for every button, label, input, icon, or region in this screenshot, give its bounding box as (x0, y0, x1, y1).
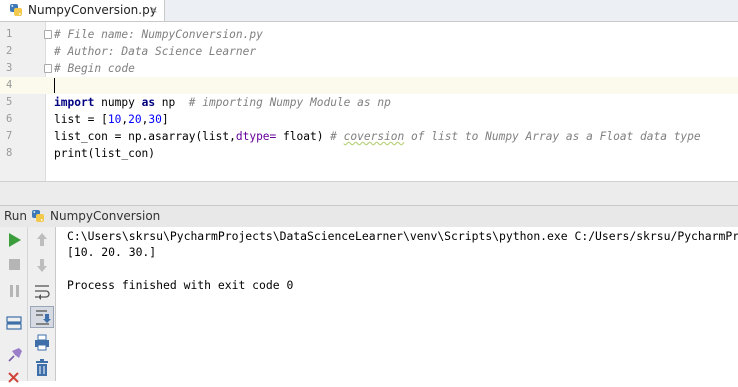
line-number: 1 (6, 28, 13, 40)
code-line-5[interactable]: 5 import numpy as np # importing Numpy M… (0, 94, 738, 111)
param-token: dtype= (235, 130, 277, 143)
code-line-1[interactable]: 1 # File name: NumpyConversion.py (0, 26, 738, 43)
code-text: # Author: Data Science Learner (54, 45, 257, 58)
code-text: # File name: NumpyConversion.py (54, 28, 263, 41)
print-icon[interactable] (31, 333, 53, 353)
code-text: import numpy as np # importing Numpy Mod… (54, 94, 391, 111)
run-panel-label: Run (4, 209, 28, 223)
down-arrow-icon[interactable] (31, 255, 53, 275)
stop-icon[interactable] (3, 255, 25, 275)
run-icon[interactable] (3, 230, 25, 250)
console-exit-message: Process finished with exit code 0 (67, 278, 294, 292)
comment-token: of list to Numpy Array as a Float data t… (404, 130, 701, 143)
number-token: 10 (107, 113, 122, 126)
line-number: 4 (6, 79, 13, 91)
code-text: list_con = np.asarray(list,dtype= float)… (54, 128, 701, 145)
run-toolbar-secondary (28, 227, 56, 381)
pin-icon[interactable] (3, 345, 25, 365)
python-file-icon (10, 4, 22, 16)
code-text: # Begin code (54, 62, 135, 75)
fold-marker-icon[interactable] (44, 64, 52, 73)
code-line-3[interactable]: 3 # Begin code (0, 60, 738, 77)
text-caret (54, 78, 55, 93)
line-number: 8 (6, 147, 13, 159)
layout-icon[interactable] (3, 313, 25, 333)
pause-icon[interactable] (3, 281, 25, 301)
identifier-token: list_con = np.asarray(list, (54, 130, 236, 143)
console-output-line: [10. 20. 30.] (67, 245, 157, 259)
up-arrow-icon[interactable] (31, 230, 53, 250)
code-line-6[interactable]: 6 list = [10,20,30] (0, 111, 738, 128)
identifier-token: list = [ (54, 113, 108, 126)
line-number: 5 (6, 96, 13, 108)
run-toolbar-primary (0, 227, 28, 383)
close-icon[interactable] (3, 367, 25, 387)
number-token: 20 (128, 113, 142, 126)
code-line-2[interactable]: 2 # Author: Data Science Learner (0, 43, 738, 60)
python-run-config-icon (32, 210, 44, 222)
panel-splitter[interactable] (0, 181, 738, 206)
spelling-warning-token: coversion (343, 130, 405, 143)
console-command-line: C:\Users\skrsu\PycharmProjects\DataScien… (67, 229, 738, 243)
tab-close-icon[interactable]: × (149, 3, 158, 16)
keyword-token: import (54, 96, 95, 109)
identifier-token: float) (276, 130, 331, 143)
line-number: 2 (6, 45, 13, 57)
soft-wrap-icon[interactable] (31, 281, 53, 301)
run-panel-header: Run NumpyConversion (0, 205, 738, 228)
line-number: 7 (6, 130, 13, 142)
comment-token: # (330, 130, 344, 143)
trash-icon[interactable] (31, 358, 53, 378)
scroll-to-end-icon[interactable] (30, 306, 54, 328)
tab-filename: NumpyConversion.py (28, 3, 157, 17)
run-console[interactable]: C:\Users\skrsu\PycharmProjects\DataScien… (56, 227, 738, 381)
identifier-token: numpy (94, 96, 142, 109)
line-number: 6 (6, 113, 13, 125)
code-editor[interactable]: 1 # File name: NumpyConversion.py 2 # Au… (0, 22, 738, 181)
run-config-name[interactable]: NumpyConversion (50, 209, 160, 223)
code-line-7[interactable]: 7 list_con = np.asarray(list,dtype= floa… (0, 128, 738, 145)
editor-tab-numpyconversion[interactable]: NumpyConversion.py × (0, 0, 165, 21)
fold-marker-icon[interactable] (44, 30, 52, 39)
punct-token: ] (161, 113, 169, 126)
line-number: 3 (6, 62, 13, 74)
code-text: list = [10,20,30] (54, 111, 169, 128)
code-text: print(list_con) (54, 147, 156, 160)
keyword-token: as (141, 96, 156, 109)
identifier-token: np (155, 96, 189, 109)
code-line-8[interactable]: 8 print(list_con) (0, 145, 738, 162)
comment-token: # importing Numpy Module as np (188, 96, 391, 109)
editor-tab-bar: NumpyConversion.py × (0, 0, 738, 22)
code-line-4[interactable]: 4 (0, 77, 738, 94)
number-token: 30 (148, 113, 162, 126)
